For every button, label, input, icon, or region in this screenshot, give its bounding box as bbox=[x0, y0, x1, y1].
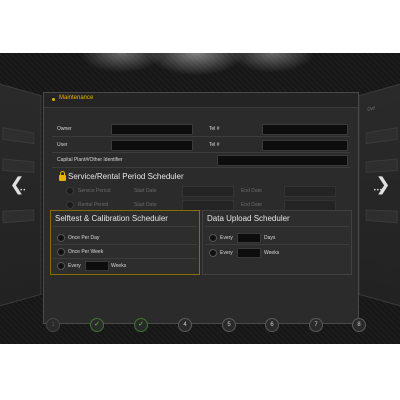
upload-every-weeks-label: Every bbox=[220, 250, 233, 256]
service-period-radio[interactable] bbox=[66, 187, 74, 195]
user-field[interactable] bbox=[111, 140, 193, 151]
service-end-field[interactable] bbox=[284, 186, 336, 197]
service-scheduler-title: Service/Rental Period Scheduler bbox=[68, 172, 184, 181]
every-weeks-radio[interactable] bbox=[57, 262, 65, 270]
ghost-line bbox=[2, 209, 35, 224]
step-7[interactable]: 7 bbox=[309, 318, 323, 332]
ghost-line bbox=[365, 209, 398, 224]
upload-every-days-radio[interactable] bbox=[209, 234, 217, 242]
step-2-check-icon[interactable]: ✓ bbox=[90, 318, 104, 332]
user-tel-label: Tel # bbox=[209, 142, 220, 148]
bullet-icon bbox=[52, 98, 55, 101]
once-per-day-radio[interactable] bbox=[57, 234, 65, 242]
step-1[interactable]: 1 bbox=[46, 318, 60, 332]
user-tel-field[interactable] bbox=[262, 140, 348, 151]
upload-every-weeks-radio[interactable] bbox=[209, 249, 217, 257]
upload-days-field[interactable] bbox=[237, 233, 261, 243]
dots-icon: ••• bbox=[373, 188, 383, 194]
step-3-check-icon[interactable]: ✓ bbox=[134, 318, 148, 332]
rental-period-label: Rental Period bbox=[78, 202, 109, 208]
step-6[interactable]: 6 bbox=[265, 318, 279, 332]
step-8[interactable]: 8 bbox=[352, 318, 366, 332]
weeks-unit-label: Weeks bbox=[264, 250, 280, 256]
divider bbox=[52, 167, 350, 168]
service-period-label: Service Period bbox=[78, 188, 111, 194]
service-start-label: Start Date bbox=[134, 188, 157, 194]
panel-title: Maintenance bbox=[59, 95, 94, 101]
owner-tel-label: Tel # bbox=[209, 126, 220, 132]
days-unit-label: Days bbox=[264, 235, 276, 241]
divider bbox=[53, 244, 197, 245]
dots-icon: ••• bbox=[17, 188, 27, 194]
ghost-line bbox=[2, 127, 35, 145]
next-panel-title: Ove bbox=[367, 105, 376, 114]
once-per-week-label: Once Per Week bbox=[68, 249, 104, 255]
upload-weeks-field[interactable] bbox=[237, 248, 261, 258]
divider bbox=[53, 226, 197, 227]
panel-header: Maintenance bbox=[44, 93, 358, 108]
upload-every-days-label: Every bbox=[220, 235, 233, 241]
arrow-right-icon[interactable]: ❯ ••• bbox=[374, 175, 392, 194]
app-window: Ove ❮ ••• ❯ ••• Maintenance Owner Tel # Us… bbox=[0, 53, 400, 344]
selftest-scheduler-title: Selftest & Calibration Scheduler bbox=[55, 214, 168, 223]
selftest-scheduler-box: Selftest & Calibration Scheduler Once Pe… bbox=[50, 210, 200, 275]
ghost-line bbox=[2, 158, 35, 173]
owner-label: Owner bbox=[57, 126, 72, 132]
every-weeks-field[interactable] bbox=[85, 261, 109, 271]
user-label: User bbox=[57, 142, 68, 148]
owner-field[interactable] bbox=[111, 124, 193, 135]
service-start-field[interactable] bbox=[182, 186, 234, 197]
identifier-field[interactable] bbox=[217, 155, 348, 166]
once-per-day-label: Once Per Day bbox=[68, 235, 100, 241]
step-4[interactable]: 4 bbox=[178, 318, 192, 332]
maintenance-panel: Maintenance Owner Tel # User Tel # Capit… bbox=[43, 92, 359, 324]
rental-period-radio[interactable] bbox=[66, 201, 74, 209]
divider bbox=[52, 136, 350, 137]
divider bbox=[53, 258, 197, 259]
data-upload-scheduler-box: Data Upload Scheduler Every Days Every W… bbox=[202, 210, 352, 275]
identifier-label: Capital Plant#/Other Identifier bbox=[57, 157, 123, 163]
divider bbox=[205, 226, 349, 227]
lock-icon bbox=[59, 171, 66, 181]
owner-tel-field[interactable] bbox=[262, 124, 348, 135]
ghost-line bbox=[365, 127, 398, 145]
divider bbox=[205, 244, 349, 245]
weeks-unit-label: Weeks bbox=[111, 263, 127, 269]
service-end-label: End Date bbox=[241, 188, 262, 194]
arrow-left-icon[interactable]: ❮ ••• bbox=[8, 175, 26, 194]
rental-end-label: End Date bbox=[241, 202, 262, 208]
rental-start-label: Start Date bbox=[134, 202, 157, 208]
data-upload-scheduler-title: Data Upload Scheduler bbox=[207, 214, 290, 223]
every-label: Every bbox=[68, 263, 81, 269]
ghost-line bbox=[365, 158, 398, 173]
divider bbox=[52, 152, 350, 153]
step-5[interactable]: 5 bbox=[222, 318, 236, 332]
once-per-week-radio[interactable] bbox=[57, 248, 65, 256]
